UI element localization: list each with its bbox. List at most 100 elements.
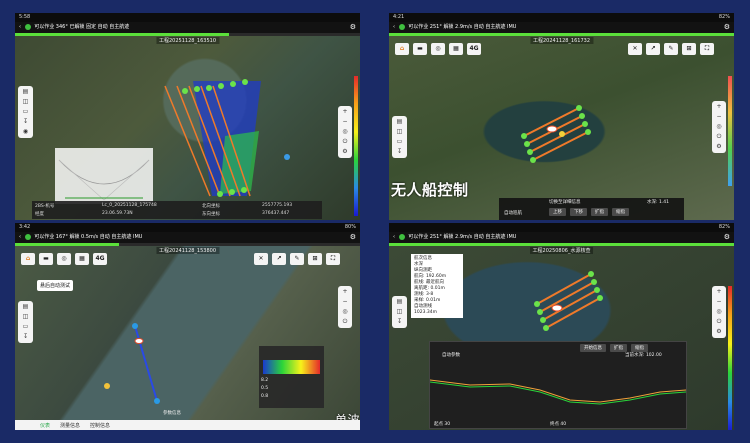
measure-icon[interactable]: ⊞ (682, 43, 696, 55)
power-icon[interactable]: ⏻ (341, 318, 350, 326)
layers-icon[interactable]: ◫ (21, 313, 30, 321)
tool-icon-row-right: ✕ ↗ ✎ ⊞ ⛶ (628, 43, 714, 55)
zoom-out-icon[interactable]: − (715, 113, 724, 121)
locate-icon[interactable]: ◎ (715, 123, 724, 131)
auto-cruise-label[interactable]: 自动巡航 (504, 210, 522, 216)
back-icon[interactable]: ‹ (19, 234, 21, 240)
work-mode-label: 可以作业 (408, 234, 429, 240)
imu-label: IMU (506, 24, 517, 30)
boat-icon[interactable] (546, 125, 558, 133)
map-view[interactable]: 航次信息 水深 纵向测距 航向: 192.60m 航线: 最近航向 离航距: 0… (389, 246, 734, 430)
table-cell: 376437.447 (262, 211, 290, 216)
gear-icon[interactable]: ⚙ (350, 232, 356, 243)
zoom-in-icon[interactable]: + (341, 288, 350, 296)
tab-control[interactable]: 控制信息 (90, 422, 110, 429)
edit-icon[interactable]: ✎ (664, 43, 678, 55)
zoom-out-icon[interactable]: − (341, 298, 350, 306)
expand-button[interactable]: 扩指 (610, 344, 627, 352)
power-icon[interactable]: ⏻ (715, 318, 724, 326)
settings-icon[interactable]: ⚙ (715, 328, 724, 336)
expand-button[interactable]: 扩指 (591, 208, 608, 216)
grid-icon[interactable]: ▦ (75, 253, 89, 265)
camera-icon[interactable]: ◉ (21, 128, 30, 136)
tab-instrument[interactable]: 仪表 (40, 422, 50, 429)
measure-icon[interactable]: ⊞ (308, 253, 322, 265)
tools-icon[interactable]: ✕ (254, 253, 268, 265)
center-icon[interactable]: ◎ (431, 43, 445, 55)
locate-icon[interactable]: ◎ (341, 128, 350, 136)
move-down-button[interactable]: 下移 (570, 208, 587, 216)
fullscreen-icon[interactable]: ⛶ (326, 253, 340, 265)
mark-icon[interactable]: ▤ (21, 88, 30, 96)
route-icon[interactable]: ↗ (272, 253, 286, 265)
zoom-out-icon[interactable]: − (715, 298, 724, 306)
nav-label: 自主航迹 (109, 24, 130, 30)
track-icon[interactable]: ↧ (395, 318, 404, 326)
power-icon[interactable]: ⏻ (715, 133, 724, 141)
ruler-icon[interactable]: ▭ (395, 138, 404, 146)
locate-icon[interactable]: ◎ (715, 308, 724, 316)
ruler-icon[interactable]: ▭ (21, 323, 30, 331)
tab-measurement[interactable]: 测量信息 (60, 422, 80, 429)
zoom-out-icon[interactable]: − (341, 118, 350, 126)
boat-view-icon[interactable]: ▬ (413, 43, 427, 55)
sonar-fan-chart (55, 148, 153, 204)
gear-icon[interactable]: ⚙ (724, 232, 730, 243)
track-icon[interactable]: ↧ (395, 148, 404, 156)
edit-icon[interactable]: ✎ (290, 253, 304, 265)
speed-label: 0.5m/s (81, 234, 99, 240)
map-view[interactable]: ▤ ◫ ▭ ↧ + − ◎ ⏻ ⚙ 无人船控制 切换至详细信息 水深: 1.41… (389, 36, 734, 220)
settings-icon[interactable]: ⚙ (341, 148, 350, 156)
unlock-label: 已解锁 (69, 24, 85, 30)
track-icon[interactable]: ↧ (21, 333, 30, 341)
detail-hint[interactable]: 切换至详细信息 (549, 199, 581, 205)
gear-icon[interactable]: ⚙ (724, 22, 730, 33)
back-icon[interactable]: ‹ (393, 234, 395, 240)
power-icon[interactable]: ⏻ (341, 138, 350, 146)
tools-icon[interactable]: ✕ (628, 43, 642, 55)
map-view[interactable]: ▤ ◫ ▭ ↧ ◉ + − ◎ ⏻ ⚙ 2BS-机号 Lc_0_20251128… (15, 36, 360, 220)
network-4g-icon: 4G (93, 253, 107, 265)
route-icon[interactable]: ↗ (646, 43, 660, 55)
boat-icon[interactable] (134, 338, 144, 344)
status-time: 3:42 (19, 224, 31, 230)
shrink-button[interactable]: 缩指 (612, 208, 629, 216)
zoom-in-icon[interactable]: + (715, 288, 724, 296)
start-info-button[interactable]: 开始信息 (580, 344, 606, 352)
mark-icon[interactable]: ▤ (21, 303, 30, 311)
auto-params-label[interactable]: 自动参数 (442, 352, 460, 358)
back-icon[interactable]: ‹ (19, 24, 21, 30)
work-mode-label: 可以作业 (408, 24, 429, 30)
layers-icon[interactable]: ◫ (21, 98, 30, 106)
status-bar: 4:21 82% (389, 13, 734, 22)
grid-icon[interactable]: ▦ (449, 43, 463, 55)
home-icon[interactable]: ⌂ (395, 43, 409, 55)
boat-view-icon[interactable]: ▬ (39, 253, 53, 265)
nav-label: 自主航迹 (111, 234, 132, 240)
home-icon[interactable]: ⌂ (21, 253, 35, 265)
zoom-in-icon[interactable]: + (341, 108, 350, 116)
boat-icon[interactable] (551, 304, 563, 312)
settings-icon[interactable]: ⚙ (715, 143, 724, 151)
boat-marker[interactable] (284, 154, 290, 160)
ruler-icon[interactable]: ▭ (21, 108, 30, 116)
nav-label: 自主航迹 (485, 24, 506, 30)
left-toolbar: ▤ ◫ ▭ ↧ (18, 301, 33, 343)
move-up-button[interactable]: 上移 (549, 208, 566, 216)
back-icon[interactable]: ‹ (393, 24, 395, 30)
track-icon[interactable]: ↧ (21, 118, 30, 126)
track-line (134, 325, 158, 402)
layers-icon[interactable]: ◫ (395, 308, 404, 316)
gear-icon[interactable]: ⚙ (350, 22, 356, 33)
zoom-in-icon[interactable]: + (715, 103, 724, 111)
mark-icon[interactable]: ▤ (395, 298, 404, 306)
profile-start-label: 起点 30 (434, 422, 451, 427)
locate-icon[interactable]: ◎ (341, 308, 350, 316)
fullscreen-icon[interactable]: ⛶ (700, 43, 714, 55)
fixed-label: 固定 (86, 24, 97, 30)
mark-icon[interactable]: ▤ (395, 118, 404, 126)
layers-icon[interactable]: ◫ (395, 128, 404, 136)
center-icon[interactable]: ◎ (57, 253, 71, 265)
map-view[interactable]: 悬后自动测试 8.2 0.5 0.8 参数信息 ▤ ◫ ▭ ↧ + − ◎ ⏻ … (15, 246, 360, 430)
shrink-button[interactable]: 缩指 (631, 344, 648, 352)
